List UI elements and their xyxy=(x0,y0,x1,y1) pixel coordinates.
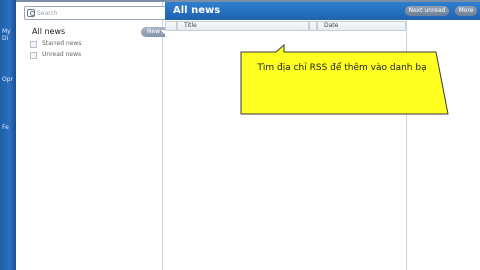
search-box[interactable] xyxy=(24,6,172,20)
more-button[interactable]: More xyxy=(455,6,477,16)
all-news-item[interactable]: All news New xyxy=(28,26,173,40)
strip-label-opr: Opr xyxy=(2,76,13,83)
sidebar-item-unread[interactable]: Unread news xyxy=(30,51,130,61)
column-header-flag[interactable] xyxy=(165,21,177,31)
starred-checkbox[interactable] xyxy=(30,41,37,48)
feed-sidebar: All news New Starred news Unread news xyxy=(16,2,172,270)
sidebar-item-label: Unread news xyxy=(42,51,82,58)
column-header-title[interactable]: Title xyxy=(177,21,309,31)
search-icon xyxy=(27,9,35,17)
column-header-flag2[interactable] xyxy=(309,21,317,31)
app-side-strip: My Di Opr Fe xyxy=(0,0,16,270)
new-button-label: New xyxy=(147,28,161,35)
strip-label-my: My xyxy=(2,28,11,35)
strip-label-fe: Fe xyxy=(2,124,9,131)
unread-checkbox[interactable] xyxy=(30,52,37,59)
callout-text: Tìm địa chỉ RSS để thêm vào danh bạ xyxy=(257,63,427,73)
column-header-date[interactable]: Date xyxy=(317,21,406,31)
tooltip-callout xyxy=(240,44,449,115)
app-window: My Di Opr Fe All news New Starred news U… xyxy=(0,0,480,270)
sidebar-item-label: Starred news xyxy=(42,40,82,47)
next-unread-button[interactable]: Next unread xyxy=(405,6,449,16)
search-input[interactable] xyxy=(37,8,167,19)
all-news-label: All news xyxy=(32,27,66,36)
strip-label-di: Di xyxy=(2,35,9,42)
sidebar-item-starred[interactable]: Starred news xyxy=(30,40,130,50)
main-header: All news Next unread More xyxy=(165,2,480,20)
page-title: All news xyxy=(173,5,221,16)
